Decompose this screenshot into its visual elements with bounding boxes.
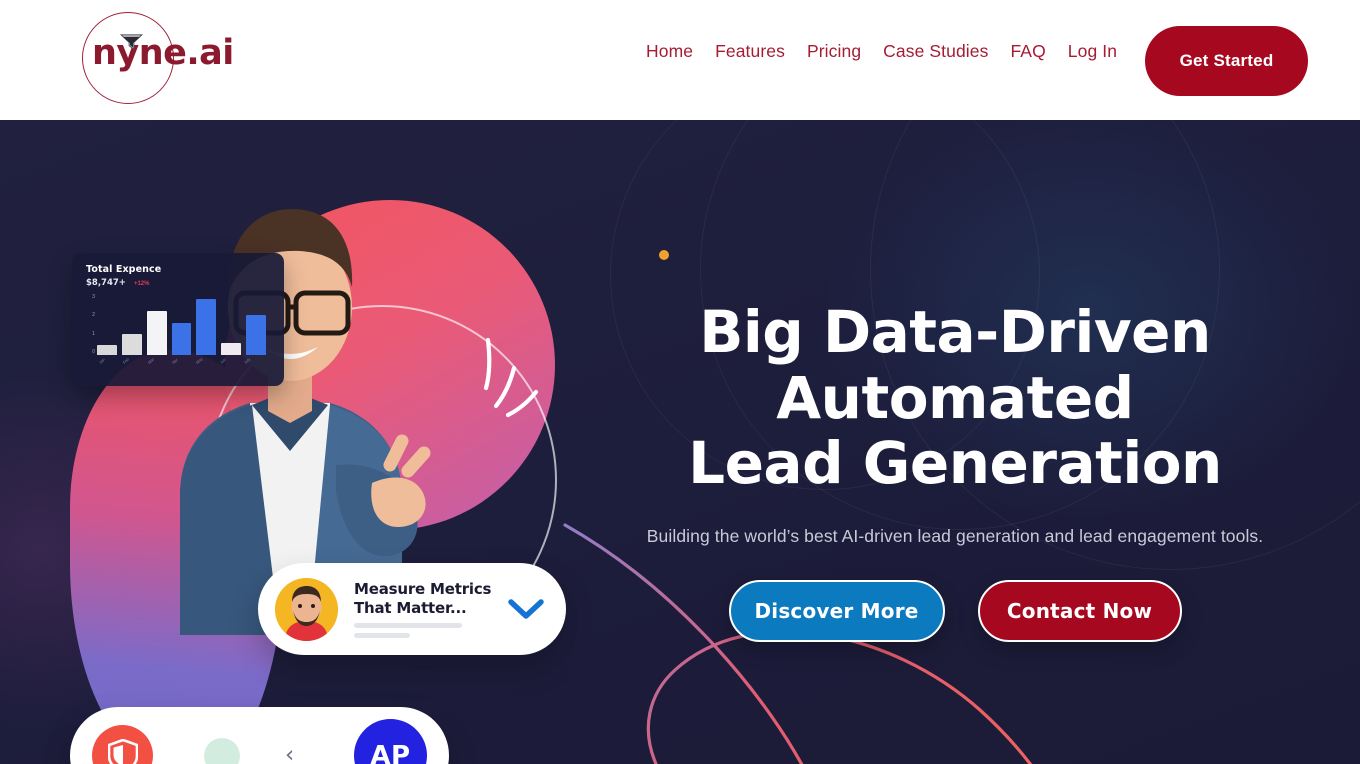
headline-line-2: Lead Generation [688,429,1222,498]
sparkle-lines-decoration [483,337,539,418]
y-tick: 1 [92,330,95,337]
chart-bar-column [246,315,267,355]
landing-page: nyne.ai Home Features Pricing Case Studi… [0,0,1360,764]
expence-bar-chart: 3 2 1 0 Jan Feb Mar Apr May Jun July [86,294,267,365]
chart-bars [97,295,267,355]
chevron-left-icon[interactable]: ‹ [285,744,294,764]
chart-bar [196,298,217,355]
nav-item-log-in[interactable]: Log In [1068,41,1117,62]
skeleton-line [354,632,410,638]
chart-card-delta: +12% [133,281,150,287]
skeleton-line [354,622,462,628]
ap-avatar-button[interactable]: AP [354,719,427,764]
discover-more-button[interactable]: Discover More [728,580,945,643]
chart-bar-column [97,345,117,355]
shield-icon [107,739,138,764]
nav-item-pricing[interactable]: Pricing [807,41,861,62]
nav-item-faq[interactable]: FAQ [1010,41,1045,62]
chart-bar [146,311,167,355]
chart-bar [246,315,267,355]
y-tick: 3 [92,294,95,300]
chevron-down-icon[interactable] [508,598,544,620]
chart-y-axis: 3 2 1 0 [86,294,97,355]
chart-bar [171,323,192,355]
y-tick: 2 [92,312,95,319]
status-dot [204,737,240,764]
chart-bar-column [196,298,217,355]
funnel-logo-icon [119,34,144,50]
shield-button[interactable] [92,725,153,764]
chart-card-amount: $8,747+ [86,278,126,288]
chart-plot-area: Jan Feb Mar Apr May Jun July [97,295,267,365]
hero-cta-row: Discover More Contact Now [560,580,1350,643]
nav-item-features[interactable]: Features [715,41,785,62]
page-title: Big Data-Driven Automated Lead Generatio… [560,298,1350,498]
get-started-button[interactable]: Get Started [1145,26,1308,96]
chart-x-tick: Jan [97,356,107,365]
hero-subtitle: Building the world’s best AI-driven lead… [646,525,1264,546]
measure-metrics-card[interactable]: Measure Metrics That Matter... [258,563,566,655]
nav-item-case-studies[interactable]: Case Studies [883,41,988,62]
chart-bar-column [121,334,142,355]
chart-bar-column [171,323,192,355]
chart-card-title: Total Expence [86,264,162,275]
chart-x-tick: Apr [170,357,179,365]
chart-bar [97,345,117,355]
chart-bar [221,343,242,355]
avatar-image [275,577,338,641]
chart-card-summary: $8,747+ +12% [86,278,272,288]
hero-copy: Big Data-Driven Automated Lead Generatio… [560,298,1350,643]
nav-item-home[interactable]: Home [646,41,693,62]
chart-x-tick: Feb [122,356,131,365]
contact-now-button[interactable]: Contact Now [977,580,1182,643]
total-expence-card: Total Expence $8,747+ +12% 3 2 1 0 Jan Fe… [72,253,284,386]
headline-line-1: Big Data-Driven Automated [699,298,1211,432]
chart-bar-column [221,343,242,355]
metrics-card-title-line1: Measure Metrics [354,580,492,599]
hero-illustration [0,120,620,764]
hero-section: Total Expence $8,747+ +12% 3 2 1 0 Jan Fe… [0,120,1360,764]
chart-x-tick: Mar [146,356,155,365]
y-tick: 0 [92,348,95,355]
chart-bar-column [146,311,167,355]
site-header: nyne.ai Home Features Pricing Case Studi… [0,0,1360,120]
metrics-card-text: Measure Metrics That Matter... [354,580,508,638]
avatar [275,577,338,641]
action-pill-card: ‹ AP [70,707,449,764]
chart-x-tick: May [194,356,204,365]
metrics-card-title-line2: That Matter... [354,598,467,617]
chart-bar [121,334,142,355]
main-nav: Home Features Pricing Case Studies FAQ L… [646,41,1117,62]
chart-x-tick: July [242,356,252,365]
logo-text: nyne.ai [92,33,234,73]
gold-dot-decoration [659,250,669,260]
chart-x-tick: Jun [218,356,227,365]
